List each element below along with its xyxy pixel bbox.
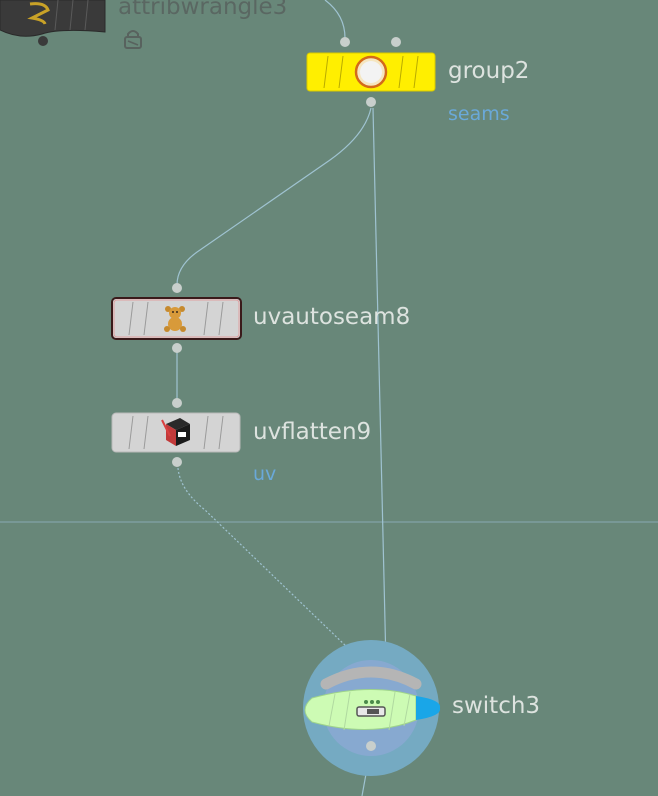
- wire-to-group2[interactable]: [324, 0, 346, 39]
- input-connector[interactable]: [391, 37, 401, 47]
- input-connector[interactable]: [172, 398, 182, 408]
- node-switch3[interactable]: [303, 640, 441, 776]
- output-connector[interactable]: [172, 457, 182, 467]
- lock-icon: [124, 30, 142, 49]
- wire-uvflatten9-switch3[interactable]: [177, 467, 351, 651]
- output-connector[interactable]: [38, 36, 48, 46]
- output-connector[interactable]: [366, 97, 376, 107]
- node-label-uvautoseam8[interactable]: uvautoseam8: [253, 304, 410, 330]
- node-group2[interactable]: [306, 37, 436, 107]
- output-connector[interactable]: [366, 741, 376, 751]
- input-connector[interactable]: [172, 283, 182, 293]
- node-uvflatten9[interactable]: [111, 398, 241, 467]
- node-comment-uvflatten9: uv: [253, 463, 277, 485]
- input-connector[interactable]: [340, 37, 350, 47]
- node-label-uvflatten9[interactable]: uvflatten9: [253, 419, 371, 445]
- group-icon: [354, 55, 388, 89]
- output-connector[interactable]: [172, 343, 182, 353]
- node-label-group2[interactable]: group2: [448, 58, 529, 84]
- wire-group2-switch3[interactable]: [372, 107, 387, 666]
- wire-group2-uvautoseam8[interactable]: [176, 107, 372, 286]
- node-comment-group2: seams: [448, 103, 510, 125]
- node-label-attribwrangle3[interactable]: attribwrangle3: [118, 0, 287, 20]
- node-uvautoseam8[interactable]: [111, 283, 242, 353]
- node-label-switch3[interactable]: switch3: [452, 693, 540, 719]
- network-canvas[interactable]: [0, 0, 658, 796]
